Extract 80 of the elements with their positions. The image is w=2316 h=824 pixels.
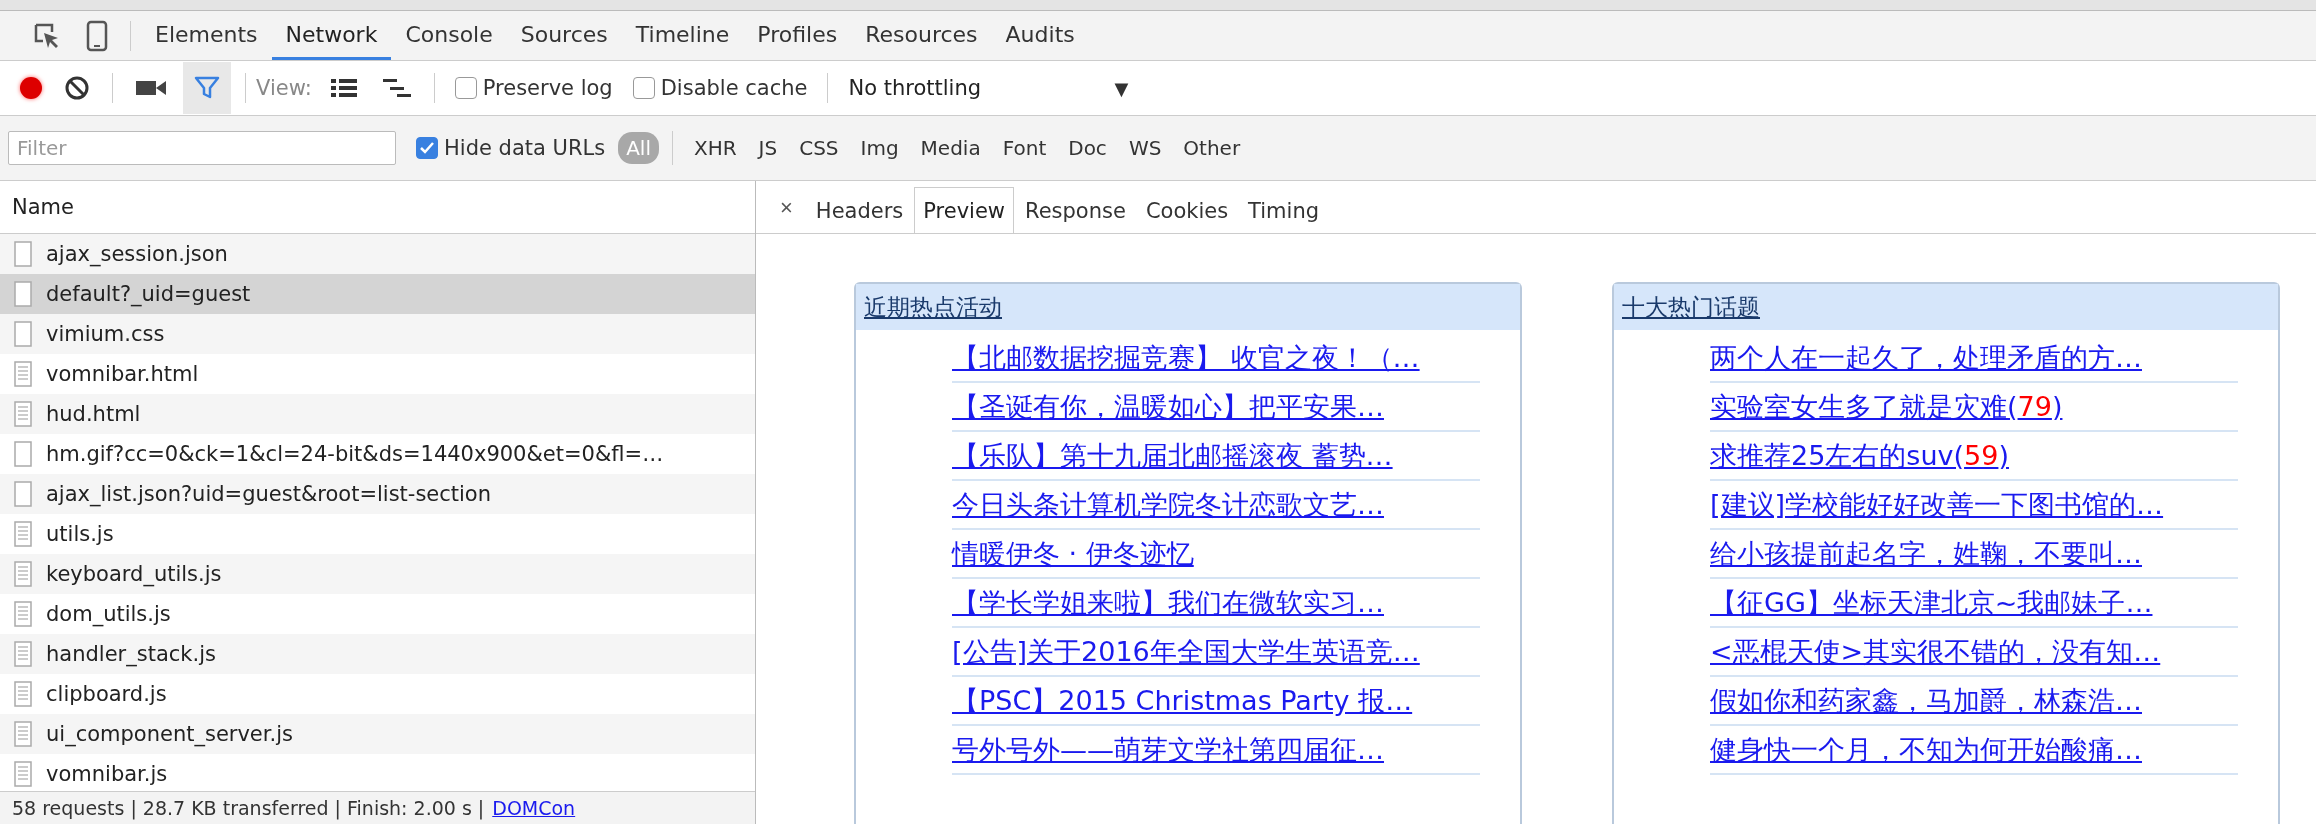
close-button[interactable]: × [766, 183, 807, 233]
text-file-icon [14, 601, 32, 627]
request-row[interactable]: ui_component_server.js [0, 714, 755, 754]
type-filter[interactable]: Font [994, 132, 1055, 164]
disable-cache-checkbox[interactable]: Disable cache [632, 76, 808, 100]
panel-tab[interactable]: Sources [506, 11, 622, 60]
type-filter[interactable]: Other [1175, 132, 1249, 164]
type-filter[interactable]: Img [852, 132, 907, 164]
clear-icon[interactable] [64, 75, 90, 101]
request-row[interactable]: keyboard_utils.js [0, 554, 755, 594]
panel-tab[interactable]: Timeline [621, 11, 744, 60]
topic-link[interactable]: 健身快一个月，不知为何开始酸痛… [1710, 731, 2142, 768]
topic-link[interactable]: 假如你和药家鑫，马加爵，林森浩… [1710, 682, 2142, 719]
topic-link[interactable]: 情暖伊冬 · 伊冬迹忆 [952, 535, 1194, 572]
checkmark-icon [420, 142, 434, 154]
detail-tab[interactable]: Cookies [1136, 187, 1238, 233]
detail-tab[interactable]: Headers [806, 187, 913, 233]
file-icon [14, 321, 32, 347]
type-filter[interactable]: Media [912, 132, 989, 164]
text-file-icon [14, 681, 32, 707]
file-icon [14, 481, 32, 507]
filter-icon [194, 76, 220, 100]
topic-link[interactable]: 两个人在一起久了，处理矛盾的方… [1710, 339, 2142, 376]
detail-tab[interactable]: Timing [1239, 187, 1329, 233]
request-row[interactable]: default?_uid=guest [0, 274, 755, 314]
request-row[interactable]: handler_stack.js [0, 634, 755, 674]
panel-tab[interactable]: Elements [141, 11, 272, 60]
topic-link[interactable]: [公告]关于2016年全国大学生英语竞… [952, 633, 1420, 670]
file-icon [14, 441, 32, 467]
text-file-icon [14, 521, 32, 547]
topic-link[interactable]: 【圣诞有你，温暖如心】把平安果… [952, 388, 1384, 425]
panel-tab[interactable]: Audits [991, 11, 1089, 60]
preserve-log-checkbox[interactable]: Preserve log [454, 76, 613, 100]
request-row[interactable]: vimium.css [0, 314, 755, 354]
view-label: View: [256, 76, 312, 100]
hide-data-urls-checkbox[interactable]: Hide data URLs [416, 136, 606, 160]
text-file-icon [14, 561, 32, 587]
panel-tab[interactable]: Console [391, 11, 507, 60]
text-file-icon [14, 641, 32, 667]
text-file-icon [14, 761, 32, 787]
detail-tab[interactable]: Response [1016, 187, 1135, 233]
domcontentloaded-link[interactable]: DOMCon [492, 797, 576, 819]
topic-link[interactable]: 【北邮数据挖掘竞赛】 收官之夜！（… [952, 339, 1420, 376]
status-summary: 58 requests | 28.7 KB transferred | Finish: 2.00 s | [12, 797, 485, 819]
topic-link[interactable]: 给小孩提前起名字，姓鞠，不要叫… [1710, 535, 2142, 572]
request-row[interactable]: ajax_session.json [0, 234, 755, 274]
topic-link[interactable]: 今日头条计算机学院冬计恋歌文艺… [952, 486, 1384, 523]
list-view-icon[interactable] [329, 78, 358, 98]
video-camera-icon[interactable] [135, 78, 167, 98]
text-file-icon [14, 401, 32, 427]
phone-icon[interactable] [86, 19, 108, 52]
throttling-dropdown[interactable]: No throttling ▼ [838, 76, 1139, 100]
panel-tab[interactable]: Resources [851, 11, 992, 60]
waterfall-icon[interactable] [381, 78, 412, 98]
type-filter[interactable]: WS [1120, 132, 1170, 164]
filter-input[interactable]: Filter [8, 131, 396, 165]
filter-toggle-button[interactable] [183, 62, 231, 114]
text-file-icon [14, 721, 32, 747]
topic-link[interactable]: 【乐队】第十九届北邮摇滚夜 蓄势… [952, 437, 1393, 474]
file-icon [14, 281, 32, 307]
text-file-icon [14, 361, 32, 387]
topic-link[interactable]: <恶棍天使>其实很不错的，没有知… [1710, 633, 2161, 670]
panel-title-link[interactable]: 十大热门话题 [1622, 291, 1760, 323]
topic-link[interactable]: 实验室女生多了就是灾难(79) [1710, 388, 2063, 425]
type-filter[interactable]: Doc [1060, 132, 1115, 164]
topic-link[interactable]: 求推荐25左右的suv(59) [1710, 437, 2009, 474]
request-row[interactable]: hud.html [0, 394, 755, 434]
topic-link[interactable]: 【征GG】坐标天津北京~我邮妹子… [1710, 584, 2153, 621]
panel-tab[interactable]: Profiles [743, 11, 852, 60]
file-icon [14, 241, 32, 267]
topic-link[interactable]: 【PSC】2015 Christmas Party 报… [952, 682, 1413, 719]
detail-tab[interactable]: Preview [914, 187, 1014, 233]
type-filter[interactable]: XHR [685, 132, 745, 164]
topic-link[interactable]: 号外号外——萌芽文学社第四届征… [952, 731, 1384, 768]
type-filter[interactable]: CSS [791, 132, 847, 164]
request-row[interactable]: ajax_list.json?uid=guest&root=list-section [0, 474, 755, 514]
topic-link[interactable]: [建议]学校能好好改善一下图书馆的… [1710, 486, 2164, 523]
type-filter[interactable]: JS [750, 132, 786, 164]
panel-title-link[interactable]: 近期热点活动 [864, 291, 1002, 323]
topic-link[interactable]: 【学长学姐来啦】我们在微软实习… [952, 584, 1384, 621]
